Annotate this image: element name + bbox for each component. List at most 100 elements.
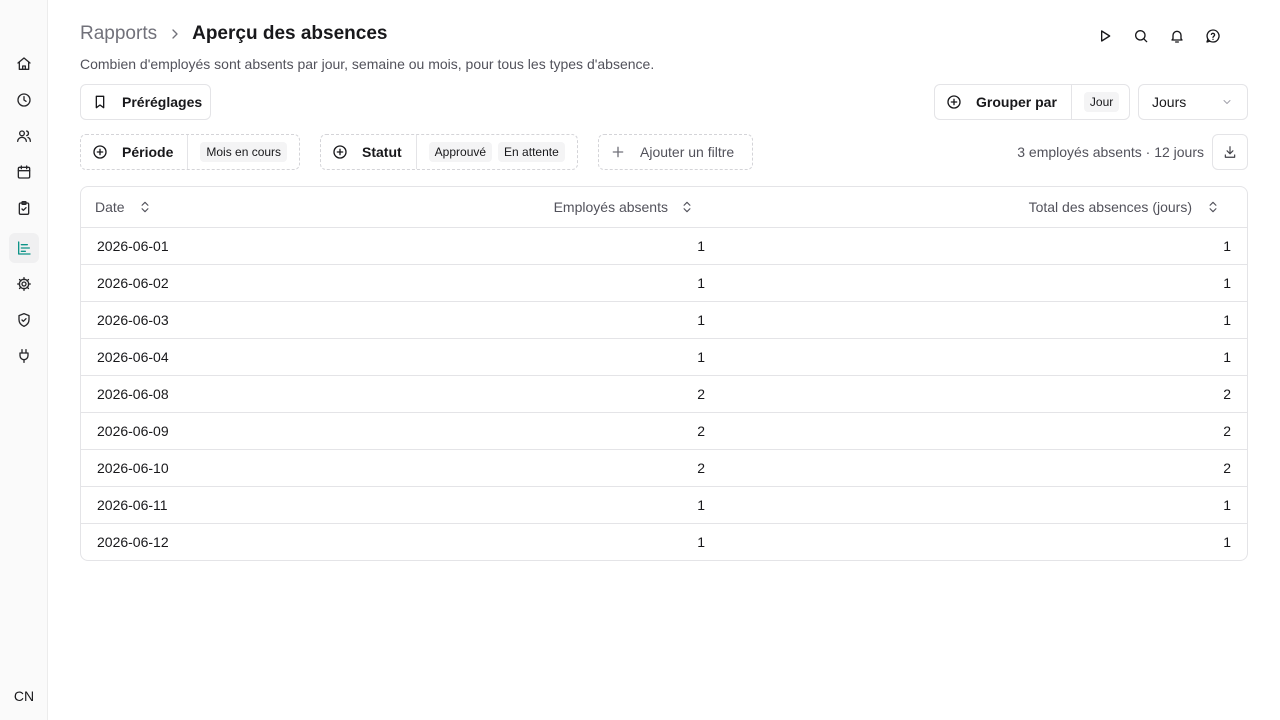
column-header-total[interactable]: Total des absences (jours) xyxy=(1029,187,1220,227)
header-actions xyxy=(1094,26,1224,46)
chart-bar-icon xyxy=(18,241,31,255)
users-icon xyxy=(17,130,31,142)
cell-total: 1 xyxy=(1223,275,1231,291)
column-header-employes[interactable]: Employés absents xyxy=(554,187,694,227)
page-title: Aperçu des absences xyxy=(192,23,388,44)
filter-statut-value: En attente xyxy=(498,142,565,162)
home-icon xyxy=(17,57,31,70)
cell-total: 1 xyxy=(1223,534,1231,550)
table-row[interactable]: 2026-06-10 2 2 xyxy=(81,450,1247,487)
cell-date: 2026-06-08 xyxy=(97,386,169,402)
table-row[interactable]: 2026-06-01 1 1 xyxy=(81,228,1247,265)
clipboard-check-icon xyxy=(18,201,30,215)
cell-total: 2 xyxy=(1223,460,1231,476)
sidebar-item-reports[interactable] xyxy=(9,233,39,263)
plug-icon xyxy=(19,349,29,363)
download-icon xyxy=(1224,146,1236,158)
cell-date: 2026-06-09 xyxy=(97,423,169,439)
table-body: 2026-06-01 1 1 2026-06-02 1 1 2026-06-03… xyxy=(81,228,1247,560)
table-row[interactable]: 2026-06-12 1 1 xyxy=(81,524,1247,560)
search-icon[interactable] xyxy=(1130,26,1152,46)
cell-employes: 1 xyxy=(697,497,705,513)
play-icon[interactable] xyxy=(1094,26,1116,46)
cell-employes: 2 xyxy=(697,460,705,476)
table-row[interactable]: 2026-06-04 1 1 xyxy=(81,339,1247,376)
bookmark-icon xyxy=(95,95,105,109)
download-button[interactable] xyxy=(1212,134,1248,170)
sort-icon[interactable] xyxy=(138,200,152,214)
cell-employes: 2 xyxy=(697,386,705,402)
filter-statut-value: Approuvé xyxy=(428,142,493,162)
table-row[interactable]: 2026-06-03 1 1 xyxy=(81,302,1247,339)
cell-total: 2 xyxy=(1223,386,1231,402)
cell-total: 1 xyxy=(1223,349,1231,365)
cell-total: 1 xyxy=(1223,312,1231,328)
sidebar-item-settings[interactable] xyxy=(9,269,39,299)
shield-check-icon xyxy=(18,313,30,327)
unit-select[interactable]: Jours xyxy=(1138,84,1248,120)
calendar-icon xyxy=(17,165,31,179)
column-header-label: Date xyxy=(95,199,125,215)
filter-statut[interactable]: Statut Approuvé En attente xyxy=(320,134,578,170)
cell-employes: 1 xyxy=(697,534,705,550)
table-row[interactable]: 2026-06-08 2 2 xyxy=(81,376,1247,413)
add-filter-button[interactable]: Ajouter un filtre xyxy=(598,134,753,170)
presets-button[interactable]: Préréglages xyxy=(80,84,211,120)
column-header-label: Total des absences (jours) xyxy=(1028,199,1192,215)
cell-total: 2 xyxy=(1223,423,1231,439)
add-filter-label: Ajouter un filtre xyxy=(640,144,735,160)
cell-employes: 1 xyxy=(697,238,705,254)
sidebar-item-time[interactable] xyxy=(9,85,39,115)
filter-periode-label: Période xyxy=(122,144,174,160)
breadcrumb: Rapports Aperçu des absences xyxy=(80,22,387,46)
cell-date: 2026-06-02 xyxy=(97,275,169,291)
cell-employes: 2 xyxy=(697,423,705,439)
column-header-date[interactable]: Date xyxy=(95,187,152,227)
sort-icon[interactable] xyxy=(680,200,694,214)
chevron-down-icon xyxy=(1223,100,1231,104)
help-circle-icon[interactable] xyxy=(1202,26,1224,46)
column-header-label: Employés absents xyxy=(553,199,668,215)
gear-icon xyxy=(17,277,31,291)
cell-employes: 1 xyxy=(697,312,705,328)
groupby-value-badge: Jour xyxy=(1083,92,1120,112)
unit-select-value: Jours xyxy=(1152,94,1187,110)
plus-icon xyxy=(612,146,624,158)
sidebar-item-employees[interactable] xyxy=(9,121,39,151)
table-row[interactable]: 2026-06-09 2 2 xyxy=(81,413,1247,450)
cell-date: 2026-06-10 xyxy=(97,460,169,476)
cell-date: 2026-06-11 xyxy=(97,497,168,513)
plus-circle-icon xyxy=(93,145,107,159)
filter-periode-value: Mois en cours xyxy=(200,142,288,162)
cell-total: 1 xyxy=(1223,238,1231,254)
cell-date: 2026-06-12 xyxy=(97,534,169,550)
table-row[interactable]: 2026-06-02 1 1 xyxy=(81,265,1247,302)
plus-circle-icon xyxy=(947,95,961,109)
breadcrumb-parent-link[interactable]: Rapports xyxy=(80,23,157,45)
chevron-right-icon xyxy=(167,26,183,42)
table-row[interactable]: 2026-06-11 1 1 xyxy=(81,487,1247,524)
cell-date: 2026-06-04 xyxy=(97,349,169,365)
sort-icon[interactable] xyxy=(1206,200,1220,214)
cell-employes: 1 xyxy=(697,275,705,291)
sidebar-item-approvals[interactable] xyxy=(9,193,39,223)
page-subtitle: Combien d'employés sont absents par jour… xyxy=(80,56,655,72)
table-header: Date Employés absents Total des absences… xyxy=(81,187,1247,228)
cell-employes: 1 xyxy=(697,349,705,365)
avatar[interactable]: CN xyxy=(8,681,40,711)
bell-icon[interactable] xyxy=(1166,26,1188,46)
absences-table: Date Employés absents Total des absences… xyxy=(80,186,1248,561)
sidebar-item-integrations[interactable] xyxy=(9,341,39,371)
cell-date: 2026-06-03 xyxy=(97,312,169,328)
filter-periode[interactable]: Période Mois en cours xyxy=(80,134,300,170)
summary-text: 3 employés absents · 12 jours xyxy=(1017,144,1204,160)
sidebar-item-home[interactable] xyxy=(9,49,39,79)
groupby-label: Grouper par xyxy=(976,94,1057,110)
sidebar-item-calendar[interactable] xyxy=(9,157,39,187)
presets-label: Préréglages xyxy=(122,94,203,110)
plus-circle-icon xyxy=(333,145,347,159)
filter-statut-label: Statut xyxy=(362,144,402,160)
cell-date: 2026-06-01 xyxy=(97,238,169,254)
groupby-button[interactable]: Grouper par Jour xyxy=(934,84,1130,120)
sidebar-item-security[interactable] xyxy=(9,305,39,335)
